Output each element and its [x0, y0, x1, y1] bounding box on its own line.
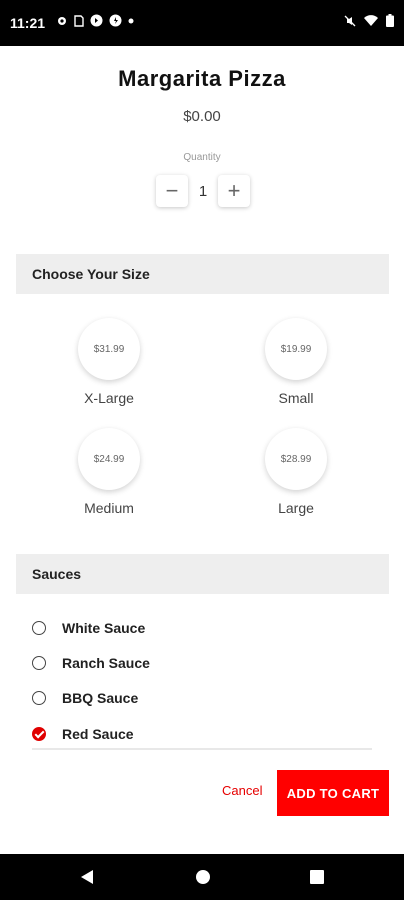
- radio-button[interactable]: [32, 656, 46, 670]
- radio-button-checked[interactable]: [32, 727, 46, 741]
- sauce-option-ranch[interactable]: Ranch Sauce: [32, 651, 150, 675]
- size-label: Small: [278, 390, 314, 406]
- size-label: Large: [278, 500, 314, 516]
- size-option-large[interactable]: $28.99 Large: [236, 428, 356, 516]
- product-title: Margarita Pizza: [118, 66, 286, 91]
- size-price-circle: $28.99: [265, 428, 327, 490]
- sauce-label: White Sauce: [62, 620, 146, 636]
- sauce-label: BBQ Sauce: [62, 690, 139, 706]
- cancel-button[interactable]: Cancel: [222, 783, 262, 798]
- sauce-option-bbq[interactable]: BBQ Sauce: [32, 686, 138, 710]
- size-label: Medium: [84, 500, 134, 516]
- size-price-circle: $31.99: [78, 318, 140, 380]
- size-option-small[interactable]: $19.99 Small: [236, 318, 356, 406]
- recents-icon[interactable]: [310, 870, 324, 884]
- quantity-stepper: − 1 +: [156, 174, 250, 208]
- add-to-cart-button[interactable]: ADD TO CART: [277, 770, 389, 816]
- settings-icon: [58, 16, 66, 25]
- sauce-option-red[interactable]: Red Sauce: [32, 722, 134, 746]
- back-icon[interactable]: [80, 869, 94, 885]
- sauce-label: Ranch Sauce: [62, 655, 150, 671]
- battery-icon: [386, 14, 394, 27]
- size-section-title: Choose Your Size: [32, 266, 150, 282]
- sauce-section-header: Sauces: [16, 554, 389, 594]
- radio-button[interactable]: [32, 621, 46, 635]
- status-bar: 11:21: [0, 0, 404, 46]
- notification-icon-2: [109, 14, 122, 27]
- quantity-value: 1: [198, 182, 208, 200]
- sauce-label: Red Sauce: [62, 726, 134, 742]
- radio-button[interactable]: [32, 691, 46, 705]
- size-price-circle: $24.99: [78, 428, 140, 490]
- size-section-header: Choose Your Size: [16, 254, 389, 294]
- quantity-decrease-button[interactable]: −: [156, 175, 188, 207]
- status-time: 11:21: [10, 15, 46, 31]
- quantity-label: Quantity: [183, 152, 221, 163]
- size-price-circle: $19.99: [265, 318, 327, 380]
- sauce-option-white[interactable]: White Sauce: [32, 616, 145, 640]
- sauce-section-title: Sauces: [32, 566, 82, 582]
- mute-icon: [344, 15, 356, 26]
- size-option-medium[interactable]: $24.99 Medium: [49, 428, 169, 516]
- sim-icon: [74, 14, 84, 27]
- divider: [32, 748, 372, 750]
- size-label: X-Large: [84, 390, 134, 406]
- size-option-x-large[interactable]: $31.99 X-Large: [49, 318, 169, 406]
- notification-icon: [90, 14, 103, 27]
- product-price: $0.00: [183, 108, 221, 125]
- home-icon[interactable]: [196, 870, 210, 884]
- quantity-increase-button[interactable]: +: [218, 175, 250, 207]
- wifi-icon: [364, 14, 378, 26]
- dot-icon: [128, 18, 134, 23]
- navigation-bar: [0, 854, 404, 900]
